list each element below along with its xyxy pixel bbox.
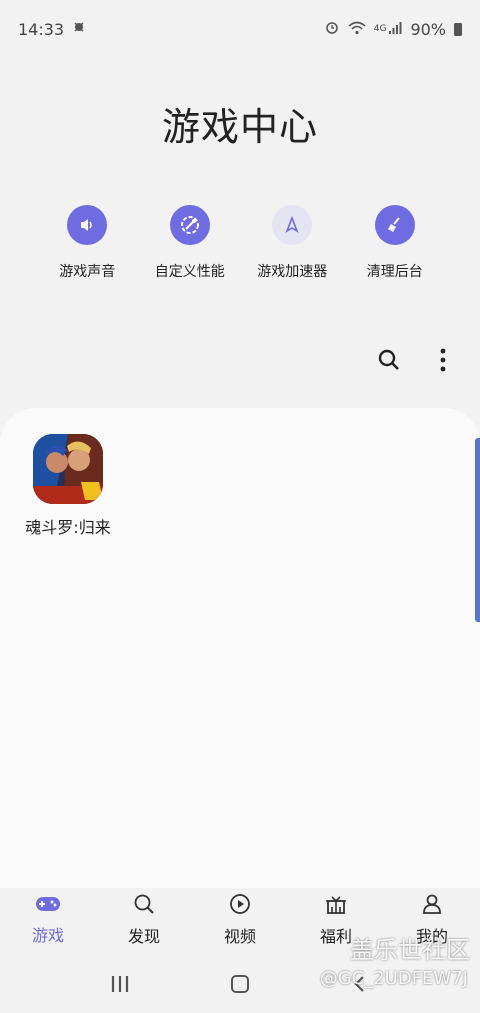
play-icon <box>229 893 251 919</box>
scrollbar[interactable] <box>475 438 480 622</box>
game-item[interactable]: 魂斗罗:归来 <box>18 434 118 538</box>
search-button[interactable] <box>376 346 402 378</box>
nav-label: 游戏 <box>31 926 64 945</box>
qa-label: 自定义性能 <box>154 264 225 280</box>
qa-label: 游戏声音 <box>59 264 116 280</box>
nav-games[interactable]: 游戏 <box>0 888 96 952</box>
network-type: 4G <box>373 24 387 34</box>
toolbar <box>376 346 456 378</box>
search-icon <box>377 348 401 376</box>
status-right: 4G 90% <box>324 19 462 39</box>
battery-level: 90% <box>410 19 446 39</box>
nav-label: 福利 <box>319 927 352 946</box>
nav-label: 发现 <box>127 927 160 946</box>
recent-apps-button[interactable] <box>100 966 140 1006</box>
clean-background-button[interactable]: 清理后台 <box>344 205 447 281</box>
game-name: 魂斗罗:归来 <box>25 518 111 537</box>
person-icon <box>421 893 443 919</box>
recent-apps-icon <box>110 975 130 997</box>
gift-icon <box>325 893 347 919</box>
custom-performance-button[interactable]: 自定义性能 <box>139 205 242 281</box>
booster-icon <box>272 205 313 245</box>
game-sound-button[interactable]: 游戏声音 <box>36 205 139 281</box>
search-icon <box>133 893 155 919</box>
notification-icon <box>72 20 86 38</box>
more-vertical-icon <box>440 348 446 376</box>
quick-actions: 游戏声音 自定义性能 游戏加速器 清理后台 <box>36 205 446 281</box>
more-options-button[interactable] <box>430 346 456 378</box>
status-time: 14:33 <box>18 19 65 39</box>
game-app-icon <box>33 434 103 504</box>
nav-discover[interactable]: 发现 <box>96 888 192 952</box>
nav-video[interactable]: 视频 <box>192 888 288 952</box>
broom-icon <box>374 205 415 245</box>
alarm-icon <box>324 19 340 39</box>
qa-label: 清理后台 <box>366 264 423 280</box>
performance-icon <box>169 205 210 245</box>
nav-label: 视频 <box>223 927 256 946</box>
watermark-user: @GC_2UDFEW7J <box>319 968 468 989</box>
home-icon <box>230 974 250 998</box>
speaker-icon <box>67 205 108 245</box>
qa-label: 游戏加速器 <box>257 264 328 280</box>
battery-icon <box>454 22 462 36</box>
gamepad-icon <box>35 894 61 918</box>
watermark-title: 盖乐世社区 <box>350 936 470 964</box>
status-bar: 14:33 4G 90% <box>0 0 480 58</box>
status-left: 14:33 <box>18 20 86 39</box>
page-title: 游戏中心 <box>161 105 318 149</box>
home-button[interactable] <box>220 966 260 1006</box>
signal-icon <box>388 20 402 39</box>
wifi-icon <box>348 20 366 39</box>
game-booster-button[interactable]: 游戏加速器 <box>241 205 344 281</box>
